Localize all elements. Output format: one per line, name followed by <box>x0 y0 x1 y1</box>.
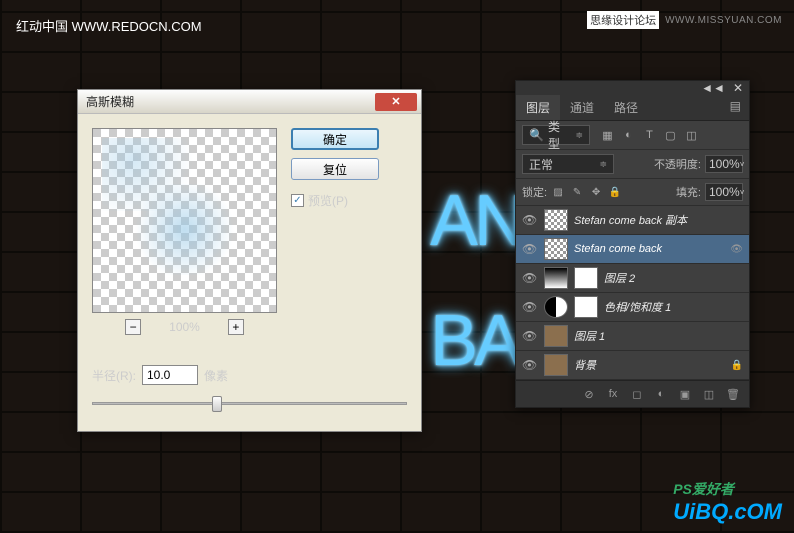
layer-thumbnail[interactable] <box>544 267 568 289</box>
close-panel-icon[interactable]: ✕ <box>733 81 743 95</box>
layers-list: 👁 Stefan come back 副本 👁 Stefan come back 👁 👁 图… <box>516 206 749 380</box>
layers-panel: ◄◄ ✕ 图层 通道 路径 ▤ 🔍 类型 ≑ ▦ ◐ T ▢ ◫ 正常≑ 不透明… <box>515 80 750 408</box>
watermark-top-right: 思缘设计论坛 WWW.MISSYUAN.COM <box>587 11 782 29</box>
neon-text-2: BA <box>430 300 518 382</box>
layer-mask-thumbnail[interactable] <box>574 267 598 289</box>
layer-row[interactable]: 👁 图层 1 <box>516 322 749 351</box>
opacity-value[interactable]: 100%˅ <box>705 155 743 173</box>
layer-row[interactable]: 👁 背景 🔒 <box>516 351 749 380</box>
lock-transparent-icon[interactable]: ▨ <box>551 185 565 199</box>
layer-row[interactable]: 👁 Stefan come back 👁 <box>516 235 749 264</box>
reset-button[interactable]: 复位 <box>291 158 379 180</box>
filter-smart-icon[interactable]: ◫ <box>684 128 699 143</box>
layer-row[interactable]: 👁 图层 2 <box>516 264 749 293</box>
trash-icon[interactable]: 🗑 <box>725 386 741 402</box>
visibility-toggle-icon[interactable]: 👁 <box>522 213 538 227</box>
layer-thumbnail[interactable] <box>544 238 568 260</box>
panel-menu-icon[interactable]: ▤ <box>722 95 749 120</box>
layer-name[interactable]: 图层 2 <box>604 270 743 286</box>
filter-adjust-icon[interactable]: ◐ <box>621 128 636 143</box>
visibility-toggle-icon[interactable]: 👁 <box>522 300 538 314</box>
radius-slider[interactable] <box>92 393 407 413</box>
layer-name[interactable]: 色相/饱和度 1 <box>604 299 743 315</box>
layer-name[interactable]: 背景 <box>574 357 725 373</box>
layer-mask-thumbnail[interactable] <box>574 296 598 318</box>
new-layer-icon[interactable]: ◫ <box>701 386 717 402</box>
visibility-toggle-icon[interactable]: 👁 <box>522 271 538 285</box>
tab-channels[interactable]: 通道 <box>560 95 604 120</box>
filter-type-icon[interactable]: T <box>642 128 657 143</box>
neon-text-1: AN <box>430 180 522 262</box>
gaussian-blur-dialog: 高斯模糊 ✕ − 100% + 确定 复位 ✓ 预览(P) 半径(R): 像素 <box>77 89 422 432</box>
lock-all-icon[interactable]: 🔒 <box>608 185 622 199</box>
zoom-percent: 100% <box>169 320 200 334</box>
radius-input[interactable] <box>142 365 198 385</box>
layer-thumbnail[interactable] <box>544 325 568 347</box>
lock-label: 锁定: <box>522 184 547 200</box>
layer-name[interactable]: Stefan come back 副本 <box>574 212 743 228</box>
visibility-toggle-icon[interactable]: 👁 <box>522 358 538 372</box>
visibility-toggle-icon[interactable]: 👁 <box>522 329 538 343</box>
filter-type-select[interactable]: 🔍 类型 ≑ <box>522 125 590 145</box>
close-button[interactable]: ✕ <box>375 93 417 111</box>
radius-unit: 像素 <box>204 367 228 384</box>
zoom-in-button[interactable]: + <box>228 319 244 335</box>
layer-thumbnail[interactable] <box>544 296 568 318</box>
layer-thumbnail[interactable] <box>544 354 568 376</box>
layer-row[interactable]: 👁 Stefan come back 副本 <box>516 206 749 235</box>
lock-icon: 🔒 <box>731 360 743 371</box>
filter-shape-icon[interactable]: ▢ <box>663 128 678 143</box>
tab-paths[interactable]: 路径 <box>604 95 648 120</box>
layer-name[interactable]: 图层 1 <box>574 328 743 344</box>
fill-label: 填充: <box>676 184 701 200</box>
tab-layers[interactable]: 图层 <box>516 95 560 120</box>
radius-label: 半径(R): <box>92 367 136 384</box>
adjustment-layer-icon[interactable]: ◐ <box>653 386 669 402</box>
blend-mode-select[interactable]: 正常≑ <box>522 154 614 174</box>
watermark-bottom-right: PS爱好者 UiBQ.cOM <box>673 479 782 525</box>
preview-checkbox[interactable]: ✓ <box>291 194 304 207</box>
zoom-out-button[interactable]: − <box>125 319 141 335</box>
layer-name[interactable]: Stefan come back <box>574 243 724 255</box>
collapse-icon[interactable]: ◄◄ <box>701 81 725 95</box>
fx-icon[interactable]: 👁 <box>730 244 743 255</box>
fill-value[interactable]: 100%˅ <box>705 183 743 201</box>
visibility-toggle-icon[interactable]: 👁 <box>522 242 538 256</box>
ok-button[interactable]: 确定 <box>291 128 379 150</box>
preview-label: 预览(P) <box>308 192 348 209</box>
watermark-top-left: 红动中国 WWW.REDOCN.COM <box>16 16 202 35</box>
layer-thumbnail[interactable] <box>544 209 568 231</box>
layer-style-icon[interactable]: fx <box>605 386 621 402</box>
slider-thumb[interactable] <box>212 396 222 412</box>
dialog-title: 高斯模糊 <box>86 93 134 110</box>
group-icon[interactable]: ▣ <box>677 386 693 402</box>
dialog-titlebar[interactable]: 高斯模糊 ✕ <box>78 90 421 114</box>
lock-position-icon[interactable]: ✥ <box>589 185 603 199</box>
layer-row[interactable]: 👁 色相/饱和度 1 <box>516 293 749 322</box>
preview-area[interactable] <box>92 128 277 313</box>
link-layers-icon[interactable]: ⊘ <box>581 386 597 402</box>
layer-mask-icon[interactable]: ◻ <box>629 386 645 402</box>
search-icon: 🔍 <box>529 128 544 142</box>
lock-paint-icon[interactable]: ✎ <box>570 185 584 199</box>
opacity-label: 不透明度: <box>654 156 701 172</box>
filter-pixel-icon[interactable]: ▦ <box>600 128 615 143</box>
